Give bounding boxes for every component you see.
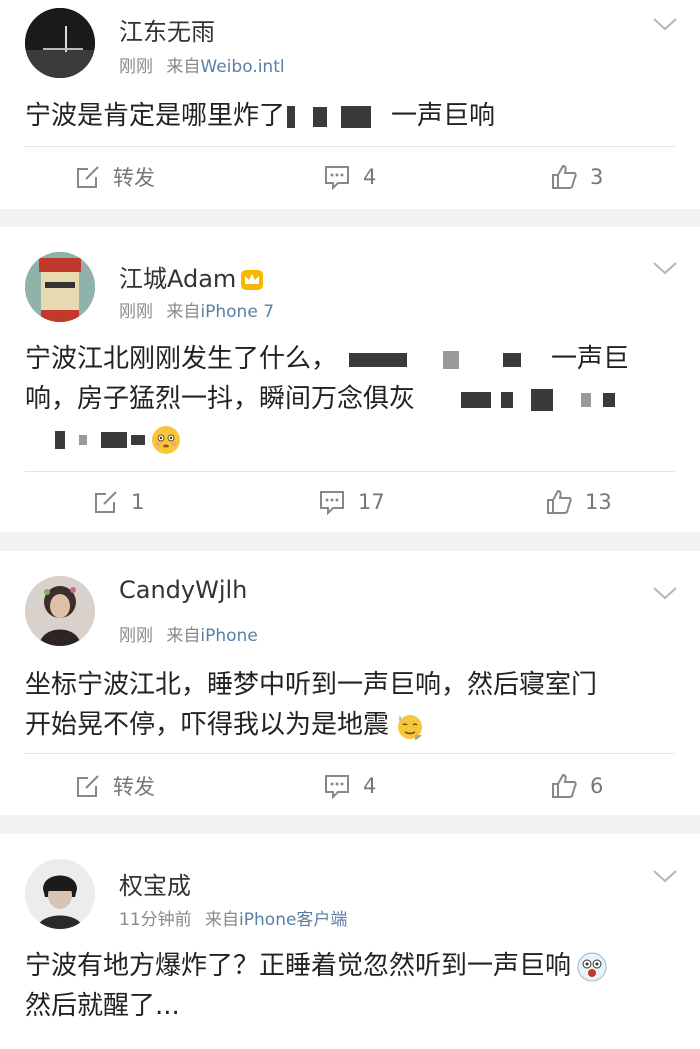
repost-button[interactable]: 转发: [75, 160, 155, 194]
avatar[interactable]: [25, 252, 95, 322]
crown-badge-icon: [241, 270, 264, 290]
post-card: CandyWjlh 刚刚 来自iPhone 坐标宁波江北，睡梦中听到一声巨响，然…: [0, 551, 700, 815]
post-meta: 11分钟前 来自iPhone客户端: [119, 905, 347, 930]
comment-button[interactable]: 17: [318, 485, 385, 519]
redacted-block: [341, 105, 372, 128]
redacted-block: [443, 350, 460, 369]
divider: [25, 753, 675, 754]
source-prefix: 来自: [166, 302, 201, 322]
post-source[interactable]: iPhone客户端: [239, 910, 347, 930]
redacted-block: [461, 391, 492, 408]
redacted-block: [501, 391, 514, 408]
source-prefix: 来自: [205, 910, 240, 930]
redacted-block: [503, 352, 522, 367]
username[interactable]: CandyWjlh: [119, 576, 247, 604]
chevron-down-icon[interactable]: [652, 585, 678, 601]
chevron-down-icon[interactable]: [652, 16, 678, 32]
post-card: 权宝成 11分钟前 来自iPhone客户端 宁波有地方爆炸了？正睡着觉忽然听到一…: [0, 834, 700, 1049]
source-prefix: 来自: [166, 57, 201, 77]
redacted-block: [581, 392, 592, 407]
post-source[interactable]: Weibo.intl: [200, 57, 284, 77]
chevron-down-icon[interactable]: [652, 260, 678, 276]
thumbs-up-icon: [552, 773, 577, 798]
comment-button[interactable]: 4: [323, 769, 376, 803]
comment-icon: [325, 775, 349, 799]
redacted-block: [131, 434, 145, 445]
post-text: 宁波是肯定是哪里炸了 一声巨响: [25, 101, 496, 131]
divider: [25, 471, 675, 472]
username[interactable]: 江城Adam: [119, 259, 264, 294]
redacted-block: [55, 430, 65, 449]
repost-icon: [95, 491, 117, 513]
repost-icon: [77, 775, 99, 797]
redacted-block: [101, 431, 127, 448]
like-button[interactable]: 3: [550, 160, 603, 194]
flushed-face-emoji-icon: [152, 425, 180, 454]
like-button[interactable]: 6: [550, 769, 603, 803]
post-time: 刚刚: [119, 302, 153, 322]
like-button[interactable]: 13: [545, 485, 612, 519]
redacted-block: [603, 392, 616, 407]
redacted-block: [531, 388, 554, 411]
repost-button[interactable]: 转发: [75, 769, 155, 803]
scared-face-emoji-icon: [577, 952, 607, 981]
redacted-block: [287, 105, 296, 128]
redacted-block: [349, 352, 408, 367]
chevron-down-icon[interactable]: [652, 868, 678, 884]
divider: [25, 146, 675, 147]
post-time: 刚刚: [119, 626, 153, 646]
repost-icon: [77, 166, 99, 188]
redacted-block: [79, 434, 87, 445]
redacted-block: [313, 106, 328, 127]
post-meta: 刚刚 来自iPhone: [119, 621, 258, 646]
post-text: 宁波有地方爆炸了？正睡着觉忽然听到一声巨响 然后就醒了...: [25, 946, 678, 1026]
sweat-face-emoji-icon: [398, 714, 424, 740]
username[interactable]: 权宝成: [119, 866, 191, 901]
thumbs-up-icon: [552, 164, 577, 189]
comment-button[interactable]: 4: [323, 160, 376, 194]
avatar[interactable]: [25, 8, 95, 78]
repost-button[interactable]: 1: [93, 485, 144, 519]
weibo-feed: 江东无雨 刚刚 来自Weibo.intl 宁波是肯定是哪里炸了 一声巨响 转发 4…: [0, 0, 700, 1049]
comment-icon: [320, 491, 344, 515]
comment-icon: [325, 166, 349, 190]
post-card: 江城Adam 刚刚 来自iPhone 7 宁波江北刚刚发生了什么， 一声巨 响，房…: [0, 227, 700, 532]
post-source[interactable]: iPhone: [200, 626, 257, 646]
avatar[interactable]: [25, 859, 95, 929]
username[interactable]: 江东无雨: [119, 12, 215, 47]
post-meta: 刚刚 来自Weibo.intl: [119, 52, 285, 77]
post-text: 宁波江北刚刚发生了什么， 一声巨 响，房子猛烈一抖，瞬间万念俱灰: [25, 339, 678, 459]
post-time: 刚刚: [119, 57, 153, 77]
source-prefix: 来自: [166, 626, 201, 646]
post-card: 江东无雨 刚刚 来自Weibo.intl 宁波是肯定是哪里炸了 一声巨响 转发 4…: [0, 0, 700, 209]
avatar[interactable]: [25, 576, 95, 646]
post-text: 坐标宁波江北，睡梦中听到一声巨响，然后寝室门 开始晃不停，吓得我以为是地震: [25, 670, 598, 740]
post-meta: 刚刚 来自iPhone 7: [119, 297, 274, 322]
thumbs-up-icon: [547, 489, 572, 514]
post-time: 11分钟前: [119, 910, 192, 930]
post-source[interactable]: iPhone 7: [200, 302, 274, 322]
